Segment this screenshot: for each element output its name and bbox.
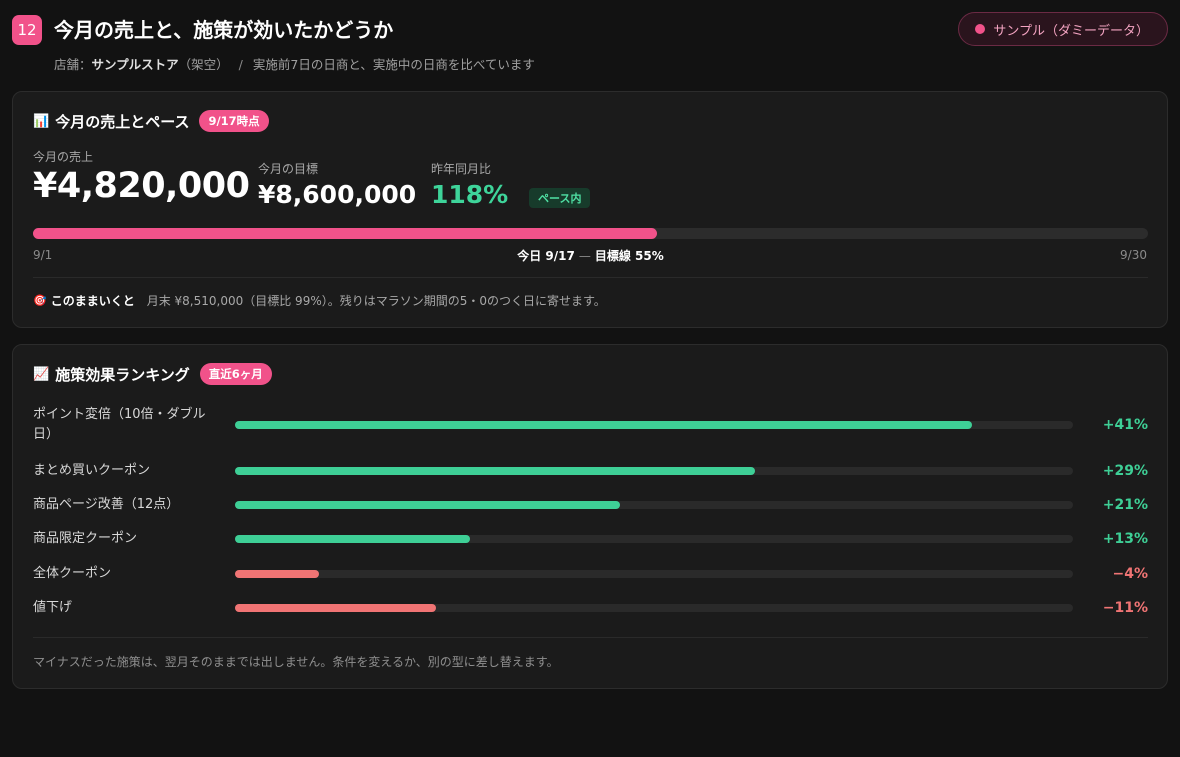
target-icon: 🎯 — [33, 294, 47, 307]
sample-dot-icon — [975, 24, 986, 34]
today-label: 今日 9/17 — [517, 249, 575, 263]
page-subtitle: 店舗：サンプルストア（架空） / 実施前7日の日商と、実施中の日商を比べています — [54, 54, 535, 73]
campaign-bar-track — [235, 535, 1073, 543]
target-label: 今月の目標 — [258, 162, 319, 176]
campaign-lift-value: +41% — [1102, 417, 1148, 433]
today-marker-label: 今日 9/17— 目標線 55% — [33, 247, 1148, 264]
bar-chart-icon: 📊 — [33, 113, 50, 129]
page-header: 12 今月の売上と、施策が効いたかどうか 店舗：サンプルストア（架空） / 実施前7… — [12, 12, 1168, 82]
campaign-lift-value: +21% — [1102, 497, 1148, 513]
sales-card-divider — [33, 277, 1148, 278]
ranking-row: ポイント変倍（10倍・ダブル日） +41% — [33, 407, 1148, 443]
ranking-row: まとめ買いクーポン +29% — [33, 453, 1148, 489]
sales-card-title: 📊 今月の売上とペース 9/17時点 — [33, 110, 269, 132]
subtitle-separator: / — [238, 57, 243, 72]
campaign-bar-fill — [235, 467, 755, 475]
ranking-card-divider — [33, 637, 1148, 638]
campaign-name: 全体クーポン — [33, 566, 112, 581]
page-title: 今月の売上と、施策が効いたかどうか — [54, 18, 394, 42]
campaign-lift-value: −11% — [1102, 600, 1148, 616]
campaign-bar-track — [235, 421, 1073, 429]
campaign-name: ポイント変倍（10倍・ダブル日） — [33, 407, 206, 442]
campaign-ranking-card: 📈 施策効果ランキング 直近6ヶ月 ポイント変倍（10倍・ダブル日） +41% … — [12, 344, 1168, 689]
date-badge: 9/17時点 — [199, 110, 269, 132]
campaign-bar-track — [235, 604, 1073, 612]
ranking-card-title: 📈 施策効果ランキング 直近6ヶ月 — [33, 363, 272, 385]
campaign-name: 値下げ — [33, 600, 73, 615]
target-value: ¥8,600,000 — [258, 180, 417, 209]
pace-status-badge: ペース内 — [529, 188, 591, 208]
today-dash: — — [578, 249, 591, 263]
yoy-value: 118% — [431, 180, 509, 209]
forecast-row: 🎯 このままいくと 月末 ¥8,510,000（目標比 99%）。残りはマラソン… — [33, 292, 606, 309]
campaign-bar-fill — [235, 604, 437, 612]
campaign-name: 商品ページ改善（12点） — [33, 497, 180, 512]
month-end-tick: 9/30 — [1120, 248, 1147, 262]
sample-data-button[interactable]: サンプル（ダミーデータ） — [958, 12, 1168, 46]
campaign-name: まとめ買いクーポン — [33, 463, 151, 478]
comparison-description: 実施前7日の日商と、実施中の日商を比べています — [252, 57, 535, 72]
target-line-label: 目標線 55% — [594, 249, 664, 263]
ranking-row: 値下げ −11% — [33, 590, 1148, 626]
campaign-bar-fill — [235, 535, 470, 543]
sample-data-label: サンプル（ダミーデータ） — [993, 23, 1149, 39]
campaign-bar-track — [235, 570, 1073, 578]
yoy-label: 昨年同月比 — [431, 162, 492, 176]
sales-progress-track — [33, 228, 1148, 239]
ranking-row: 全体クーポン −4% — [33, 556, 1148, 592]
campaign-name: 商品限定クーポン — [33, 531, 138, 546]
campaign-lift-value: −4% — [1112, 566, 1149, 582]
period-badge: 直近6ヶ月 — [199, 363, 272, 385]
store-label: 店舗： — [54, 57, 92, 72]
ranking-card-title-text: 施策効果ランキング — [55, 365, 190, 384]
campaign-bar-fill — [235, 421, 973, 429]
sales-pace-card: 📊 今月の売上とペース 9/17時点 今月の売上 ¥4,820,000 今月の目… — [12, 91, 1168, 328]
ranking-row: 商品限定クーポン +13% — [33, 521, 1148, 557]
store-note: （架空） — [178, 57, 229, 72]
trend-chart-icon: 📈 — [33, 366, 50, 382]
campaign-bar-fill — [235, 570, 319, 578]
sales-card-title-text: 今月の売上とペース — [55, 112, 190, 131]
current-sales-value: ¥4,820,000 — [33, 166, 250, 206]
campaign-bar-fill — [235, 501, 621, 509]
page-number-badge: 12 — [12, 15, 42, 45]
campaign-lift-value: +13% — [1102, 531, 1148, 547]
ranking-note: マイナスだった施策は、翌月そのままでは出しません。条件を変えるか、別の型に差し替… — [33, 655, 559, 669]
campaign-lift-value: +29% — [1102, 463, 1148, 479]
store-name: サンプルストア — [91, 57, 179, 72]
forecast-text: 月末 ¥8,510,000（目標比 99%）。残りはマラソン期間の5・0のつく日… — [146, 294, 606, 308]
forecast-label: このままいくと — [50, 294, 135, 308]
sales-progress-fill — [33, 228, 658, 239]
current-sales-label: 今月の売上 — [33, 150, 94, 164]
ranking-row: 商品ページ改善（12点） +21% — [33, 487, 1148, 523]
campaign-bar-track — [235, 467, 1073, 475]
campaign-bar-track — [235, 501, 1073, 509]
